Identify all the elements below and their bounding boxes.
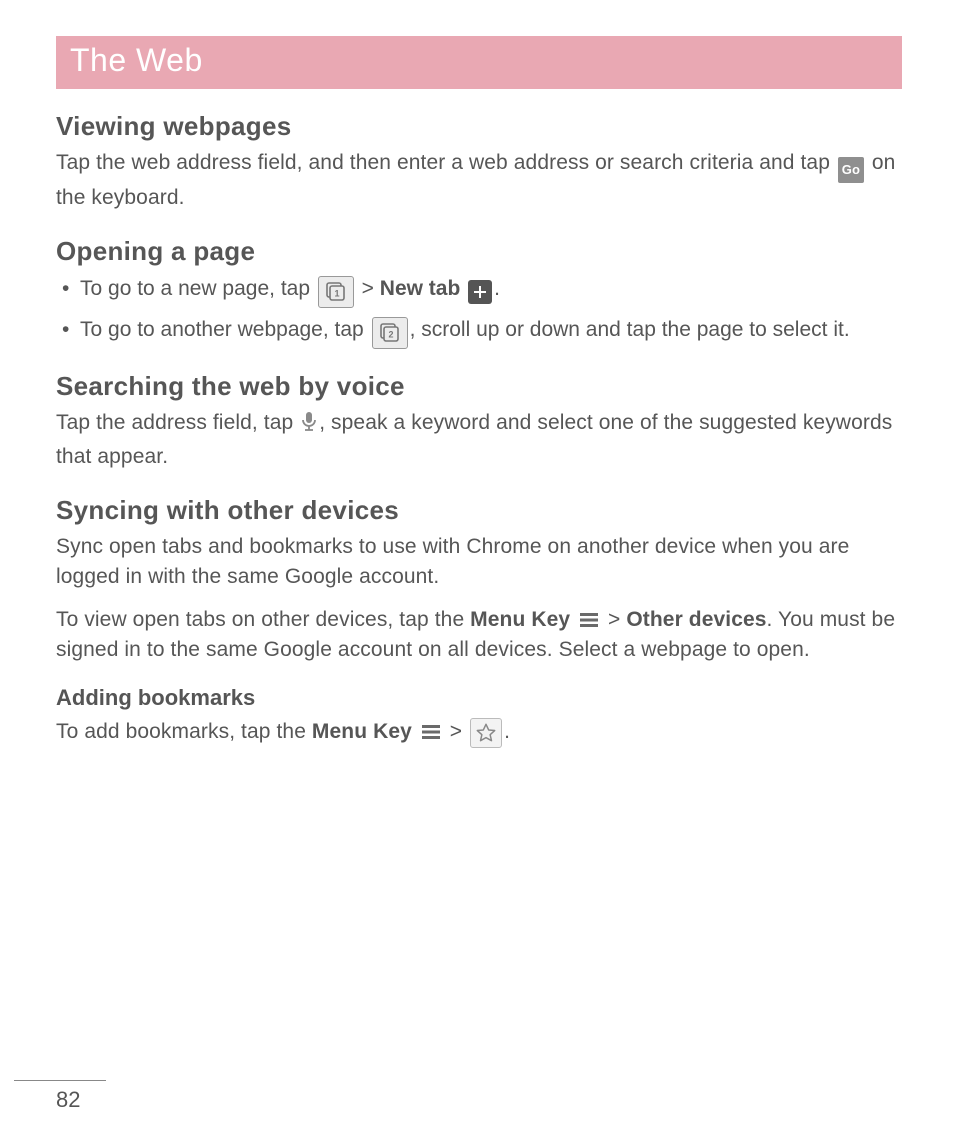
other-devices-label: Other devices (626, 608, 766, 631)
page-title-bar: The Web (56, 36, 902, 89)
menu-key-label: Menu Key (470, 608, 570, 631)
heading-opening-a-page: Opening a page (56, 236, 902, 267)
text: . (494, 277, 500, 300)
microphone-icon (301, 411, 317, 442)
text: To go to a new page, tap (80, 277, 316, 300)
text: > (444, 720, 468, 743)
page-number: 82 (56, 1087, 106, 1113)
text: To view open tabs on other devices, tap … (56, 608, 470, 631)
menu-key-label: Menu Key (312, 720, 412, 743)
text: . (504, 720, 510, 743)
menu-key-icon (420, 723, 442, 741)
opening-list: To go to a new page, tap 1 > New tab . T… (56, 273, 902, 349)
manual-page: The Web Viewing webpages Tap the web add… (0, 0, 954, 1145)
go-key-icon: Go (838, 157, 864, 183)
para-syncing-2: To view open tabs on other devices, tap … (56, 605, 902, 666)
new-tab-label: New tab (380, 277, 461, 300)
tabs-2-icon: 2 (372, 317, 408, 349)
menu-key-icon (578, 611, 600, 629)
page-title: The Web (70, 42, 203, 78)
text: Tap the address field, tap (56, 411, 299, 434)
star-icon (470, 718, 502, 748)
para-syncing-1: Sync open tabs and bookmarks to use with… (56, 532, 902, 593)
text: To go to another webpage, tap (80, 318, 370, 341)
text: , scroll up or down and tap the page to … (410, 318, 850, 341)
tabs-icon: 1 (318, 276, 354, 308)
page-footer: 82 (56, 1080, 106, 1113)
svg-text:1: 1 (334, 288, 339, 298)
heading-syncing: Syncing with other devices (56, 495, 902, 526)
para-viewing: Tap the web address field, and then ente… (56, 148, 902, 214)
heading-searching-voice: Searching the web by voice (56, 371, 902, 402)
svg-text:2: 2 (388, 329, 393, 339)
text: Tap the web address field, and then ente… (56, 151, 836, 174)
heading-viewing-webpages: Viewing webpages (56, 111, 902, 142)
para-searching: Tap the address field, tap , speak a key… (56, 408, 902, 473)
text: > (356, 277, 380, 300)
para-bookmarks: To add bookmarks, tap the Menu Key > . (56, 717, 902, 748)
plus-icon (468, 280, 492, 304)
list-item: To go to another webpage, tap 2 , scroll… (56, 314, 902, 349)
heading-adding-bookmarks: Adding bookmarks (56, 685, 902, 711)
footer-rule (14, 1080, 106, 1081)
text: > (602, 608, 626, 631)
list-item: To go to a new page, tap 1 > New tab . (56, 273, 902, 308)
text: To add bookmarks, tap the (56, 720, 312, 743)
